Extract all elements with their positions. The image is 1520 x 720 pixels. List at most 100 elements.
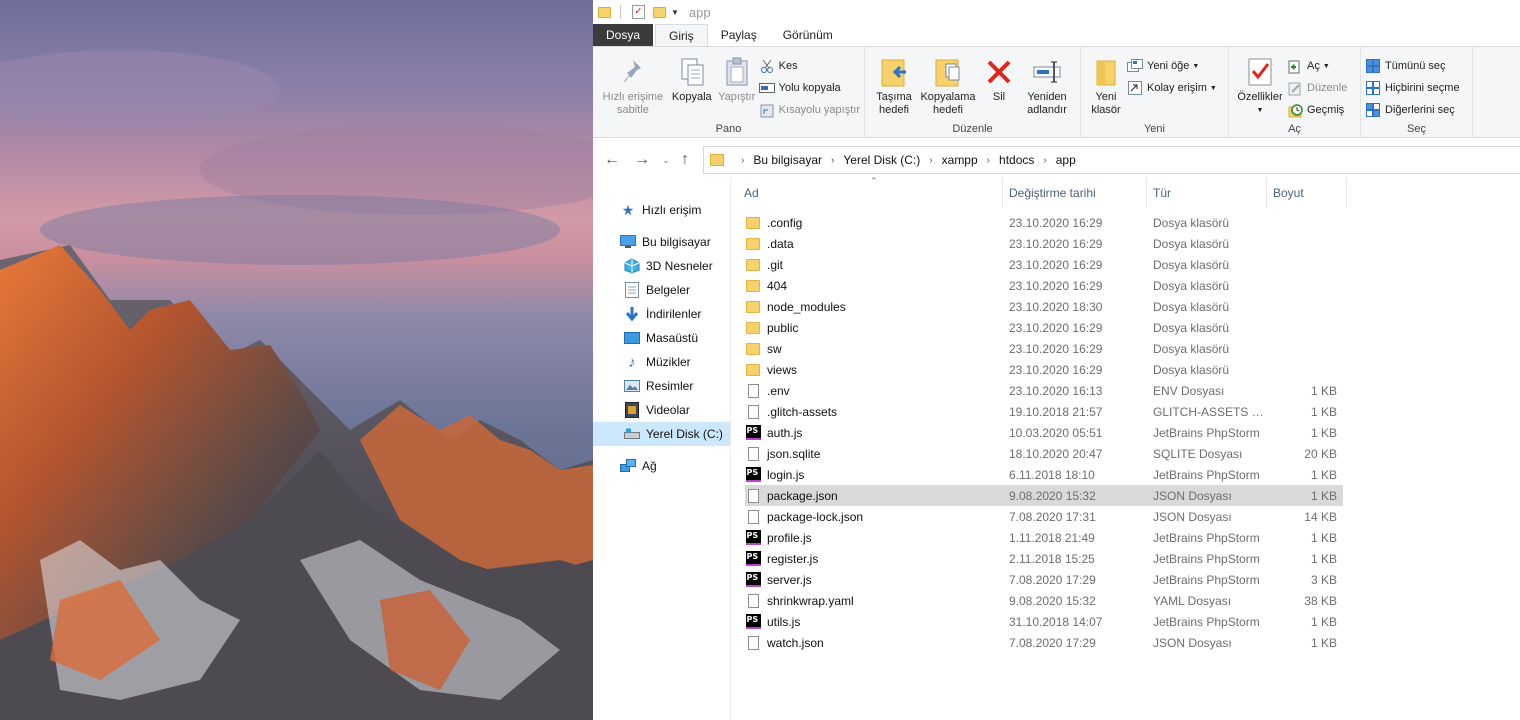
- tab-file[interactable]: Dosya: [593, 24, 654, 46]
- mountain-illustration: [0, 50, 593, 720]
- file-row[interactable]: watch.json 7.08.2020 17:29 JSON Dosyası 1 K…: [745, 632, 1343, 653]
- file-name: register.js: [767, 551, 819, 566]
- tab-view[interactable]: Görünüm: [770, 24, 846, 46]
- customize-toolbar-icon[interactable]: ▼: [671, 8, 679, 17]
- document-icon: [745, 635, 761, 651]
- breadcrumb-chevron-icon[interactable]: ›: [987, 155, 990, 166]
- column-name[interactable]: Ad: [731, 178, 1003, 208]
- breadcrumb-chevron-icon[interactable]: ›: [1043, 155, 1046, 166]
- copy-label: Kopyala: [671, 91, 712, 103]
- nav-music[interactable]: ♪ Müzikler: [593, 350, 730, 374]
- nav-documents[interactable]: Belgeler: [593, 278, 730, 302]
- history-button[interactable]: Geçmiş: [1287, 99, 1347, 121]
- clipboard-group-label: Pano: [715, 123, 742, 135]
- nav-this-pc[interactable]: Bu bilgisayar: [593, 230, 730, 254]
- edit-button[interactable]: Düzenle: [1287, 77, 1347, 99]
- invert-selection-button[interactable]: Diğerlerini seç: [1365, 99, 1460, 121]
- select-all-button[interactable]: Tümünü seç: [1365, 55, 1460, 77]
- tab-share[interactable]: Paylaş: [708, 24, 770, 46]
- file-row[interactable]: package-lock.json 7.08.2020 17:31 JSON Dos…: [745, 506, 1343, 527]
- file-row[interactable]: PS register.js 2.11.2018 15:25 JetBrains Ph…: [745, 548, 1343, 569]
- document-icon: [745, 593, 761, 609]
- file-name-cell: PS server.js: [745, 572, 1003, 588]
- paste-shortcut-button[interactable]: Kısayolu yapıştır: [759, 99, 860, 121]
- file-name: package.json: [767, 488, 838, 503]
- file-row[interactable]: .data 23.10.2020 16:29 Dosya klasörü: [745, 233, 1343, 254]
- nav-downloads[interactable]: İndirilenler: [593, 302, 730, 326]
- file-row[interactable]: PS login.js 6.11.2018 18:10 JetBrains PhpSt…: [745, 464, 1343, 485]
- open-label: Aç: [1307, 60, 1320, 72]
- file-name-cell: shrinkwrap.yaml: [745, 593, 1003, 609]
- file-row[interactable]: .glitch-assets 19.10.2018 21:57 GLITCH-ASS…: [745, 401, 1343, 422]
- select-none-button[interactable]: Hiçbirini seçme: [1365, 77, 1460, 99]
- file-row[interactable]: sw 23.10.2020 16:29 Dosya klasörü: [745, 338, 1343, 359]
- breadcrumb-this-pc[interactable]: Bu bilgisayar: [753, 153, 822, 167]
- nav-pictures[interactable]: Resimler: [593, 374, 730, 398]
- file-size: 1 KB: [1310, 425, 1337, 440]
- nav-downloads-label: İndirilenler: [646, 307, 702, 321]
- file-row[interactable]: PS server.js 7.08.2020 17:29 JetBrains PhpS…: [745, 569, 1343, 590]
- file-date: 23.10.2020 16:29: [1009, 215, 1103, 230]
- address-bar[interactable]: › Bu bilgisayar › Yerel Disk (C:) › xamp…: [703, 146, 1520, 174]
- new-item-button[interactable]: Yeni öğe ▼: [1127, 55, 1217, 77]
- file-name: .data: [767, 236, 794, 251]
- file-row[interactable]: node_modules 23.10.2020 18:30 Dosya klasör…: [745, 296, 1343, 317]
- breadcrumb-app[interactable]: app: [1056, 153, 1076, 167]
- column-size[interactable]: Boyut: [1267, 178, 1347, 208]
- back-arrow-icon[interactable]: ←: [597, 151, 627, 169]
- recent-locations-chevron-icon[interactable]: ⌄: [657, 155, 675, 166]
- breadcrumb-htdocs[interactable]: htdocs: [999, 153, 1034, 167]
- file-row[interactable]: .env 23.10.2020 16:13 ENV Dosyası 1 KB: [745, 380, 1343, 401]
- file-name-cell: sw: [745, 341, 1003, 357]
- file-row[interactable]: PS utils.js 31.10.2018 14:07 JetBrains PhpS…: [745, 611, 1343, 632]
- nav-3d-objects[interactable]: 3D Nesneler: [593, 254, 730, 278]
- copy-path-label: Yolu kopyala: [778, 82, 841, 94]
- file-row[interactable]: json.sqlite 18.10.2020 20:47 SQLITE Dosyas…: [745, 443, 1343, 464]
- tab-home[interactable]: Giriş: [655, 24, 708, 46]
- file-row[interactable]: PS auth.js 10.03.2020 05:51 JetBrains PhpSt…: [745, 422, 1343, 443]
- copy-path-button[interactable]: Yolu kopyala: [758, 77, 860, 99]
- nav-local-disk[interactable]: Yerel Disk (C:): [593, 422, 730, 446]
- nav-3d-objects-label: 3D Nesneler: [646, 259, 713, 273]
- file-row[interactable]: 404 23.10.2020 16:29 Dosya klasörü: [745, 275, 1343, 296]
- breadcrumb-chevron-icon[interactable]: ›: [831, 155, 834, 166]
- properties-quick-icon[interactable]: ✓: [632, 5, 645, 19]
- breadcrumb-local-disk[interactable]: Yerel Disk (C:): [843, 153, 920, 167]
- breadcrumb-chevron-icon[interactable]: ›: [741, 155, 744, 166]
- up-arrow-icon[interactable]: ↑: [675, 151, 695, 169]
- file-row[interactable]: .git 23.10.2020 16:29 Dosya klasörü: [745, 254, 1343, 275]
- forward-arrow-icon[interactable]: →: [627, 151, 657, 169]
- file-name-cell: PS profile.js: [745, 530, 1003, 546]
- folder-icon: [745, 362, 761, 378]
- delete-icon: [983, 55, 1015, 89]
- file-name: utils.js: [767, 614, 801, 629]
- file-size: 1 KB: [1310, 404, 1337, 419]
- download-icon: [624, 306, 640, 322]
- nav-quick-access[interactable]: ★ Hızlı erişim: [593, 198, 730, 222]
- file-row[interactable]: public 23.10.2020 16:29 Dosya klasörü: [745, 317, 1343, 338]
- column-date-modified[interactable]: Değiştirme tarihi: [1003, 178, 1147, 208]
- breadcrumb-xampp[interactable]: xampp: [942, 153, 978, 167]
- file-name-cell: .git: [745, 257, 1003, 273]
- file-row[interactable]: views 23.10.2020 16:29 Dosya klasörü: [745, 359, 1343, 380]
- column-type[interactable]: Tür: [1147, 178, 1267, 208]
- file-row[interactable]: shrinkwrap.yaml 9.08.2020 15:32 YAML Dosya…: [745, 590, 1343, 611]
- copy-icon: [676, 55, 708, 89]
- network-icon: [620, 458, 636, 474]
- file-row[interactable]: .config 23.10.2020 16:29 Dosya klasörü: [745, 212, 1343, 233]
- nav-videos[interactable]: Videolar: [593, 398, 730, 422]
- new-folder-quick-icon[interactable]: [650, 2, 669, 22]
- file-row[interactable]: PS profile.js 1.11.2018 21:49 JetBrains Php…: [745, 527, 1343, 548]
- cut-button[interactable]: Kes: [759, 55, 860, 77]
- cut-label: Kes: [778, 60, 798, 72]
- file-row[interactable]: package.json 9.08.2020 15:32 JSON Dosyası 1…: [745, 485, 1343, 506]
- history-icon: [1287, 102, 1303, 118]
- ribbon: Hızlı erişime sabitle Kopyala Yapıştır K…: [593, 46, 1520, 138]
- easy-access-button[interactable]: Kolay erişim ▼: [1127, 77, 1217, 99]
- nav-network[interactable]: Ağ: [593, 454, 730, 478]
- file-name-cell: PS utils.js: [745, 614, 1003, 630]
- breadcrumb-chevron-icon[interactable]: ›: [929, 155, 932, 166]
- open-button[interactable]: Aç ▼: [1287, 55, 1347, 77]
- file-name: auth.js: [767, 425, 803, 440]
- nav-desktop[interactable]: Masaüstü: [593, 326, 730, 350]
